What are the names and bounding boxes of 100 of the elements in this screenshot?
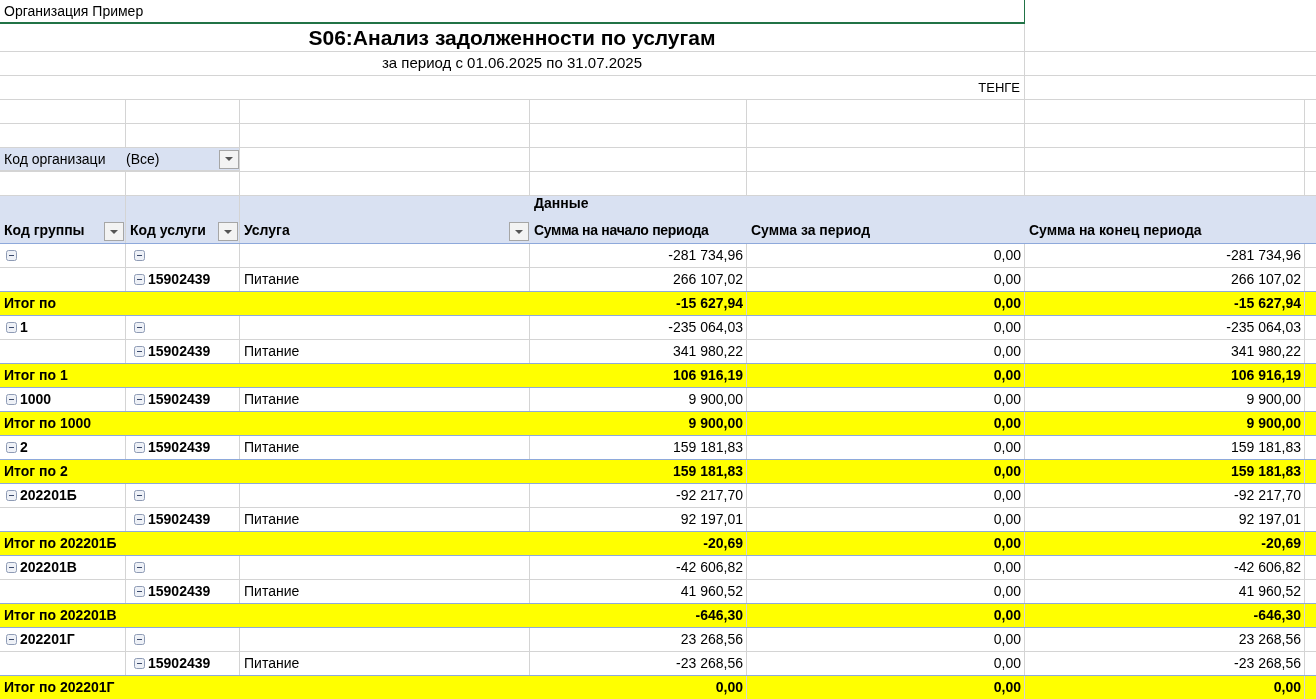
amount-value: -92 217,70 (676, 486, 743, 505)
amount-value: 0,00 (993, 486, 1021, 505)
amount-value: -235 064,03 (668, 318, 743, 337)
amount-value: 0,00 (993, 654, 1021, 673)
collapse-icon[interactable] (6, 490, 17, 501)
collapse-icon[interactable] (134, 658, 145, 669)
group-code: 2 (20, 438, 28, 457)
total-value: -646,30 (695, 606, 743, 625)
filter-value: (Все) (126, 149, 161, 169)
collapse-icon[interactable] (134, 394, 145, 405)
collapse-icon[interactable] (134, 322, 145, 333)
report-period: за период с 01.06.2025 по 31.07.2025 (381, 53, 643, 74)
group-code: 202201Б (20, 486, 77, 505)
dropdown-button[interactable] (219, 149, 239, 169)
amount-value: -281 734,96 (668, 246, 743, 265)
collapse-icon[interactable] (134, 562, 145, 573)
dropdown-button[interactable] (218, 222, 238, 241)
amount-value: 0,00 (993, 246, 1021, 265)
group-code: 1000 (20, 390, 52, 409)
amount-value: 0,00 (993, 510, 1021, 529)
total-value: 0,00 (993, 294, 1021, 313)
total-value: 9 900,00 (1246, 414, 1301, 433)
service-code: 15902439 (148, 510, 211, 529)
total-label: Итог по (4, 294, 56, 313)
amount-value: 23 268,56 (1238, 630, 1301, 649)
service-code: 15902439 (148, 582, 211, 601)
collapse-icon[interactable] (134, 442, 145, 453)
collapse-icon[interactable] (134, 514, 145, 525)
total-label: Итог по 2 (4, 462, 68, 481)
amount-value: 41 960,52 (1238, 582, 1301, 601)
total-label: Итог по 202201Г (4, 678, 115, 697)
collapse-icon[interactable] (6, 394, 17, 405)
collapse-icon[interactable] (6, 442, 17, 453)
service-name: Питание (244, 438, 300, 457)
column-header: Код услуги (130, 221, 207, 240)
service-code: 15902439 (148, 438, 211, 457)
total-value: 159 181,83 (1230, 462, 1301, 481)
amount-value: -235 064,03 (1226, 318, 1301, 337)
dropdown-button[interactable] (509, 222, 529, 241)
collapse-icon[interactable] (6, 562, 17, 573)
amount-value: 92 197,01 (680, 510, 743, 529)
amount-value: -23 268,56 (676, 654, 743, 673)
total-value: 0,00 (1273, 678, 1301, 697)
service-name: Питание (244, 510, 300, 529)
collapse-icon[interactable] (6, 250, 17, 261)
amount-value: 266 107,02 (672, 270, 743, 289)
column-header: Сумма на начало периода (534, 221, 710, 240)
amount-value: 0,00 (993, 342, 1021, 361)
amount-value: 0,00 (993, 270, 1021, 289)
column-header: Услуга (244, 221, 291, 240)
total-value: 0,00 (993, 534, 1021, 553)
total-value: 106 916,19 (1230, 366, 1301, 385)
collapse-icon[interactable] (134, 250, 145, 261)
collapse-icon[interactable] (134, 634, 145, 645)
caret-down-icon (225, 157, 233, 161)
amount-value: 0,00 (993, 558, 1021, 577)
total-value: 0,00 (993, 366, 1021, 385)
service-name: Питание (244, 582, 300, 601)
amount-value: -92 217,70 (1234, 486, 1301, 505)
total-value: -20,69 (1261, 534, 1301, 553)
caret-down-icon (515, 229, 523, 234)
service-name: Питание (244, 390, 300, 409)
total-label: Итог по 1 (4, 366, 68, 385)
amount-value: 0,00 (993, 438, 1021, 457)
group-code: 202201В (20, 558, 77, 577)
amount-value: 92 197,01 (1238, 510, 1301, 529)
group-code: 1 (20, 318, 28, 337)
amount-value: 23 268,56 (680, 630, 743, 649)
collapse-icon[interactable] (134, 490, 145, 501)
total-value: -15 627,94 (676, 294, 743, 313)
amount-value: 0,00 (993, 582, 1021, 601)
column-header: Код группы (4, 221, 86, 240)
service-code: 15902439 (148, 270, 211, 289)
collapse-icon[interactable] (134, 586, 145, 597)
collapse-icon[interactable] (6, 634, 17, 645)
amount-value: 0,00 (993, 318, 1021, 337)
amount-value: -42 606,82 (1234, 558, 1301, 577)
amount-value: 341 980,22 (672, 342, 743, 361)
amount-value: 0,00 (993, 390, 1021, 409)
collapse-icon[interactable] (6, 322, 17, 333)
collapse-icon[interactable] (134, 346, 145, 357)
amount-value: 9 900,00 (1246, 390, 1301, 409)
group-code: 202201Г (20, 630, 75, 649)
total-value: -646,30 (1253, 606, 1301, 625)
column-header: Сумма на конец периода (1029, 221, 1202, 240)
caret-down-icon (224, 229, 232, 234)
total-value: 0,00 (993, 606, 1021, 625)
amount-value: -42 606,82 (676, 558, 743, 577)
service-code: 15902439 (148, 390, 211, 409)
total-value: 9 900,00 (688, 414, 743, 433)
collapse-icon[interactable] (134, 274, 145, 285)
report-title: S06:Анализ задолженности по услугам (308, 24, 716, 51)
total-value: 0,00 (715, 678, 743, 697)
amount-value: 41 960,52 (680, 582, 743, 601)
data-caption: Данные (534, 194, 590, 213)
total-value: 106 916,19 (672, 366, 743, 385)
total-label: Итог по 202201Б (4, 534, 117, 553)
total-value: 159 181,83 (672, 462, 743, 481)
dropdown-button[interactable] (104, 222, 124, 241)
amount-value: 341 980,22 (1230, 342, 1301, 361)
